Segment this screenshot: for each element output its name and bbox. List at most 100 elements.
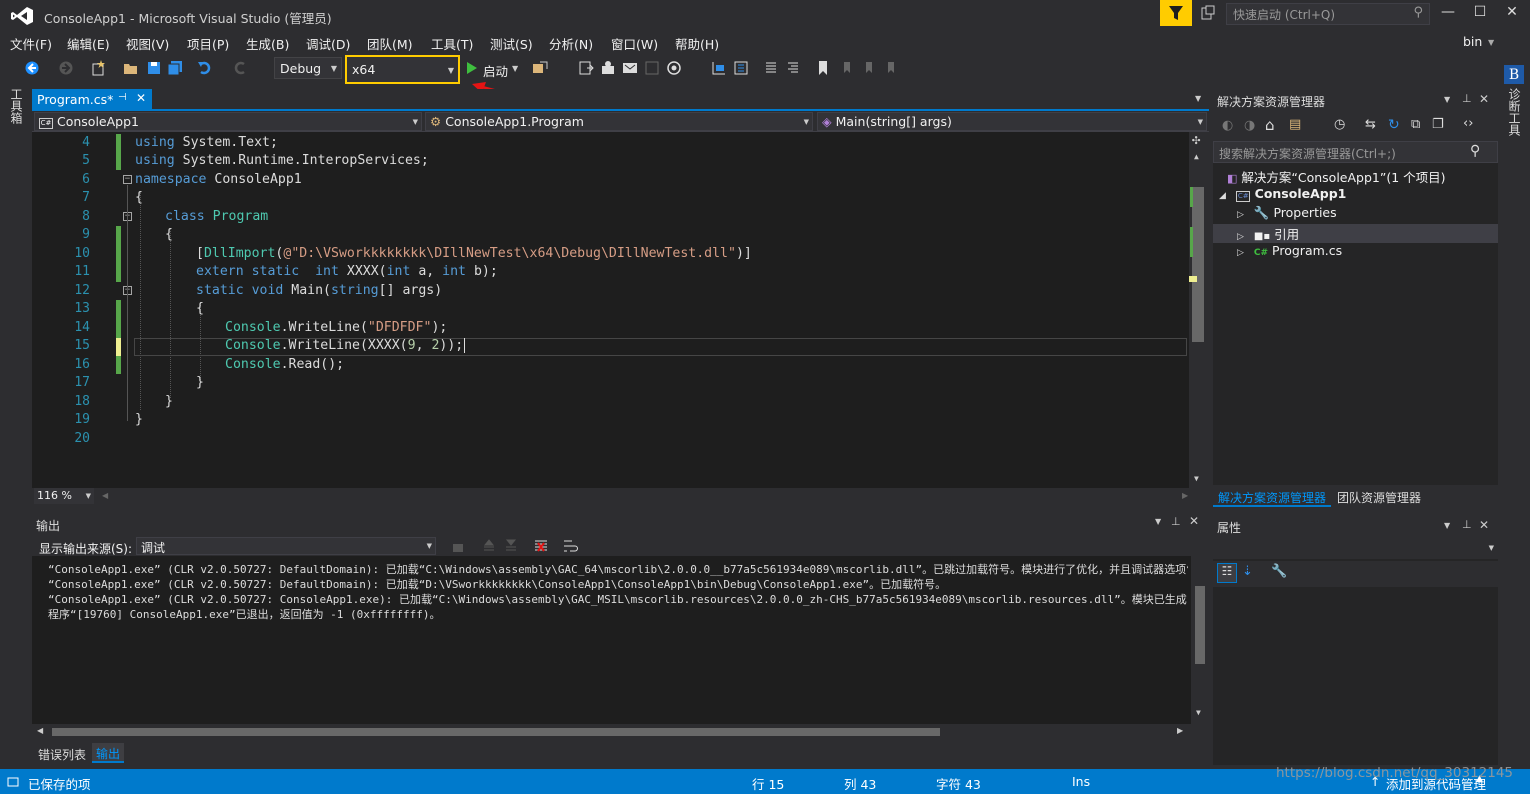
save-all-icon[interactable] [167,60,183,76]
navigate-back-icon[interactable] [24,60,40,76]
member-nav-dropdown[interactable]: ◈ Main(string[] args) ▼ [817,112,1207,131]
bookmark-icon[interactable] [815,60,831,76]
start-debugging-icon[interactable] [464,60,480,76]
menu-file[interactable]: 文件(F) [10,34,52,53]
toolbox-tab[interactable]: 工具箱 [8,88,25,124]
code-editor[interactable]: − − − 4 5 6 7 8 9 10 11 12 13 14 15 16 1… [32,132,1209,488]
output-source-dropdown[interactable]: 调试 ▼ [136,537,436,555]
toolbar-action-icon[interactable] [644,60,660,76]
solution-platform-dropdown[interactable]: x64 ▼ [345,55,460,84]
refresh-icon[interactable]: ↻ [1388,117,1400,133]
menu-project[interactable]: 项目(P) [187,34,229,53]
home-icon[interactable]: ⌂ [1265,116,1275,134]
toolbar-action-icon[interactable] [600,60,616,76]
class-nav-dropdown[interactable]: ⚙ ConsoleApp1.Program ▼ [425,112,813,131]
clear-all-icon[interactable] [533,538,549,554]
panel-menu-icon[interactable]: ▼ [1444,521,1450,530]
panel-menu-icon[interactable]: ▼ [1155,517,1161,526]
bookmark-prev-icon[interactable] [839,60,855,76]
zoom-dropdown[interactable]: 116 % ▼ [34,488,94,504]
browser-link-icon[interactable] [532,60,548,76]
user-name[interactable]: bin [1463,34,1482,49]
toolbar-action-icon[interactable] [733,60,749,76]
output-text-area[interactable]: “ConsoleApp1.exe” (CLR v2.0.50727: Defau… [32,556,1209,724]
find-message-icon[interactable] [450,538,466,554]
output-horizontal-scrollbar[interactable]: ◀ ▶ [32,724,1209,740]
toolbar-action-icon[interactable] [578,60,594,76]
split-icon[interactable]: ✣ [1192,132,1200,148]
scroll-left-icon[interactable]: ◀ [102,491,108,500]
close-panel-icon[interactable]: ✕ [1479,92,1489,106]
pin-icon[interactable]: ⊣ [118,92,127,103]
tree-solution-node[interactable]: ◧ 解决方案“ConsoleApp1”(1 个项目) [1213,167,1498,186]
tab-team-explorer[interactable]: 团队资源管理器 [1337,489,1421,506]
pin-icon[interactable]: ⊥ [1462,92,1472,105]
minimize-button[interactable]: — [1436,4,1460,24]
menu-test[interactable]: 测试(S) [490,34,533,53]
tab-overflow-icon[interactable]: ▼ [1195,94,1201,103]
expand-arrow-icon[interactable]: ◢ [1219,191,1226,201]
close-tab-icon[interactable]: ✕ [136,91,146,105]
tree-item-references[interactable]: ▷ ■▪ 引用 [1213,224,1498,243]
menu-view[interactable]: 视图(V) [126,34,169,53]
toolbar-action-icon[interactable] [622,60,638,76]
fold-toggle[interactable]: − [123,175,132,184]
scroll-thumb[interactable] [52,728,940,736]
menu-team[interactable]: 团队(M) [367,34,413,53]
project-nav-dropdown[interactable]: C# ConsoleApp1 ▼ [34,112,422,131]
scroll-left-icon[interactable]: ◀ [37,726,43,735]
collapsed-arrow-icon[interactable]: ▷ [1237,210,1244,220]
properties-object-dropdown[interactable]: ▼ [1213,537,1498,559]
user-dropdown-icon[interactable]: ▼ [1488,38,1494,47]
quick-launch-input[interactable]: 快速启动 (Ctrl+Q) ⚲ [1226,3,1430,25]
next-message-icon[interactable] [503,538,519,554]
new-project-icon[interactable] [90,60,106,76]
tab-solution-explorer[interactable]: 解决方案资源管理器 [1213,487,1332,507]
pin-icon[interactable]: ⊥ [1462,518,1472,531]
maximize-button[interactable]: ☐ [1468,4,1492,24]
pending-changes-icon[interactable]: ◷ [1334,117,1345,132]
prev-message-icon[interactable] [481,538,497,554]
menu-window[interactable]: 窗口(W) [611,34,658,53]
comment-lines-icon[interactable] [763,60,779,76]
uncomment-lines-icon[interactable] [785,60,801,76]
menu-tools[interactable]: 工具(T) [431,34,473,53]
editor-vertical-scrollbar[interactable]: ✣ ▲ ▼ [1189,132,1209,488]
tab-program-cs[interactable]: Program.cs* ⊣ ✕ [32,89,152,111]
bookmark-next-icon[interactable] [861,60,877,76]
scroll-down-icon[interactable]: ▼ [1196,708,1201,717]
scroll-down-icon[interactable]: ▼ [1194,474,1199,483]
scroll-right-icon[interactable]: ▶ [1182,491,1188,500]
menu-help[interactable]: 帮助(H) [675,34,719,53]
tree-project-node[interactable]: ◢ C# ConsoleApp1 [1213,186,1498,205]
scroll-thumb[interactable] [1192,187,1204,342]
tab-error-list[interactable]: 错误列表 [38,746,86,763]
feedback-filter-icon[interactable] [1160,0,1192,26]
show-all-files-icon[interactable]: ❐ [1432,117,1444,132]
close-panel-icon[interactable]: ✕ [1479,518,1489,532]
close-panel-icon[interactable]: ✕ [1189,514,1199,528]
bookmark-clear-icon[interactable] [883,60,899,76]
menu-build[interactable]: 生成(B) [246,34,289,53]
solution-configuration-dropdown[interactable]: Debug ▼ [274,57,342,79]
diagnostic-tools-tab[interactable]: 诊断工具 [1506,88,1523,136]
menu-analyze[interactable]: 分析(N) [549,34,593,53]
collapsed-arrow-icon[interactable]: ▷ [1237,232,1244,242]
tab-output[interactable]: 输出 [92,743,125,763]
save-icon[interactable] [146,60,162,76]
undo-icon[interactable] [197,60,213,76]
tree-item-program-cs[interactable]: ▷ C# Program.cs [1213,243,1498,262]
toolbar-action-icon[interactable] [666,60,682,76]
navigate-forward-icon[interactable] [58,60,74,76]
collapsed-arrow-icon[interactable]: ▷ [1237,248,1244,258]
notification-icon[interactable] [1200,5,1216,21]
categorized-icon[interactable]: ☷ [1217,563,1237,583]
word-wrap-icon[interactable] [562,538,578,554]
scroll-up-icon[interactable]: ▲ [1194,152,1199,161]
toolbar-action-icon[interactable] [711,60,727,76]
alphabetical-icon[interactable]: ⇣ [1242,564,1253,579]
close-button[interactable]: ✕ [1500,4,1524,24]
search-icon[interactable]: ⚲ [1470,143,1480,159]
open-file-icon[interactable] [123,60,139,76]
panel-menu-icon[interactable]: ▼ [1444,95,1450,104]
